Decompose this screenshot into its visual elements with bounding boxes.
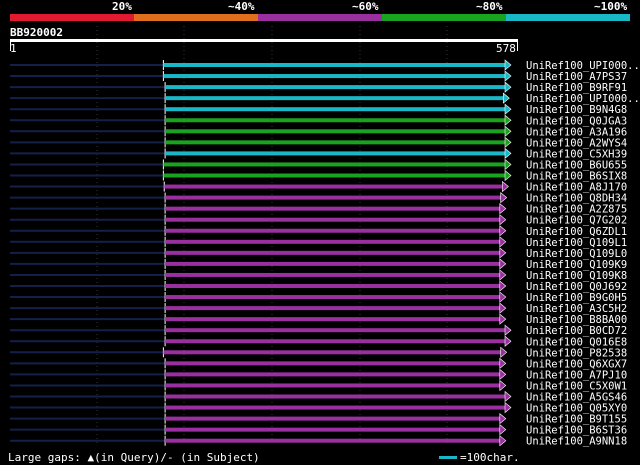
hit-arrow-head — [504, 147, 512, 160]
hit-arrow-head — [504, 81, 512, 93]
hit-arrow-head — [499, 225, 507, 237]
hit-alignment-bar[interactable] — [163, 162, 506, 167]
hit-arrow-head — [504, 158, 512, 171]
gaps-subject-label: - (in Subject) — [166, 451, 260, 464]
hit-arrow-head — [504, 70, 512, 82]
hit-alignment-bar[interactable] — [165, 85, 506, 90]
hit-alignment-bar[interactable] — [165, 339, 506, 344]
hit-arrow-head — [502, 92, 510, 104]
hit-alignment-bar[interactable] — [165, 217, 501, 222]
hit-arrow-head — [499, 203, 507, 215]
hit-arrow-head — [504, 324, 512, 336]
hit-alignment-bar[interactable] — [165, 383, 501, 388]
hit-alignment-bar[interactable] — [163, 173, 506, 178]
hit-alignment-bar[interactable] — [165, 228, 501, 233]
hit-alignment-bar[interactable] — [165, 394, 506, 399]
gaps-prefix: Large gaps: — [8, 451, 81, 464]
hit-alignment-bar[interactable] — [165, 151, 506, 156]
hit-arrow-head — [499, 291, 507, 303]
hit-arrow-head — [504, 136, 512, 148]
hit-arrow-head — [504, 401, 512, 414]
hit-arrow-head — [504, 125, 512, 137]
hit-alignment-bar[interactable] — [165, 317, 501, 322]
hit-alignment-bar[interactable] — [165, 195, 502, 200]
hit-alignment-bar[interactable] — [163, 74, 506, 79]
hit-alignment-bar[interactable] — [165, 272, 501, 277]
hit-alignment-bar[interactable] — [165, 372, 501, 377]
hit-label[interactable]: UniRef100_A9NN18 — [526, 436, 627, 448]
hit-alignment-bar[interactable] — [165, 250, 501, 255]
hit-arrow-head — [504, 335, 512, 347]
hit-arrow-head — [499, 258, 507, 270]
hit-alignment-bar[interactable] — [165, 284, 501, 288]
hit-arrow-head — [499, 236, 507, 248]
hit-alignment-bar[interactable] — [165, 438, 501, 443]
hit-alignment-bar[interactable] — [163, 63, 506, 67]
alignment-graphic: UniRef100_UPI000..UniRef100_A7PS37UniRef… — [10, 26, 640, 448]
hit-alignment-bar[interactable] — [165, 261, 501, 266]
hit-alignment-bar[interactable] — [165, 129, 506, 134]
hit-arrow-head — [499, 214, 507, 226]
hit-alignment-bar[interactable] — [165, 118, 506, 123]
scale-legend-text: =100char. — [460, 451, 520, 464]
hit-alignment-bar[interactable] — [165, 140, 506, 145]
hit-arrow-head — [500, 191, 508, 204]
hit-alignment-bar[interactable] — [165, 427, 501, 432]
hit-alignment-bar[interactable] — [165, 361, 501, 366]
hit-arrow-head — [499, 379, 507, 392]
hit-alignment-bar[interactable] — [164, 184, 504, 189]
hit-arrow-head — [499, 357, 507, 369]
hit-arrow-head — [504, 169, 512, 182]
hit-arrow-head — [499, 313, 507, 325]
hit-arrow-head — [500, 346, 508, 358]
hit-arrow-head — [499, 412, 507, 425]
hit-alignment-bar[interactable] — [165, 306, 501, 311]
hit-arrow-head — [499, 280, 507, 292]
hit-arrow-head — [504, 114, 512, 126]
hit-alignment-bar[interactable] — [165, 328, 506, 333]
hit-arrow-head — [499, 247, 507, 259]
hit-arrow-head — [499, 269, 507, 281]
hit-alignment-bar[interactable] — [163, 350, 502, 355]
hit-arrow-head — [499, 424, 507, 436]
hit-arrow-head — [502, 180, 509, 193]
hit-alignment-bar[interactable] — [165, 416, 501, 421]
hit-alignment-bar[interactable] — [165, 206, 501, 211]
hit-alignment-bar[interactable] — [165, 96, 505, 101]
hit-arrow-head — [499, 435, 507, 447]
hit-arrow-head — [504, 103, 512, 115]
hit-arrow-head — [504, 390, 512, 403]
hit-alignment-bar[interactable] — [165, 239, 501, 244]
hit-arrow-head — [499, 368, 507, 381]
hit-arrow-head — [499, 302, 507, 314]
hit-arrow-head — [504, 59, 512, 71]
hit-alignment-bar[interactable] — [165, 405, 506, 410]
hit-alignment-bar[interactable] — [165, 295, 501, 300]
gaps-query-label: (in Query)/ — [94, 451, 167, 464]
scale-legend-line — [439, 456, 457, 459]
gaps-legend: Large gaps: ▲(in Query)/- (in Subject) — [8, 451, 260, 464]
hit-alignment-bar[interactable] — [165, 107, 506, 112]
